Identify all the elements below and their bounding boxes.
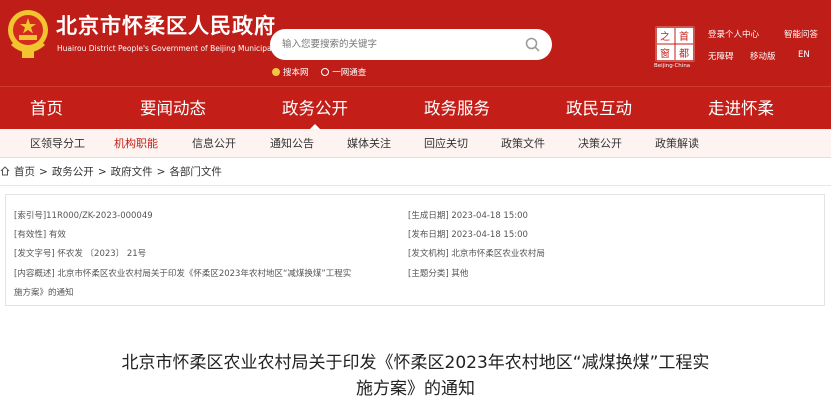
nav-news[interactable]: 要闻动态: [140, 87, 206, 130]
logo-char-shou: 首: [679, 30, 689, 43]
nav-about[interactable]: 走进怀柔: [708, 87, 774, 130]
search-box: [270, 29, 552, 60]
mobile-link[interactable]: 移动版: [750, 50, 776, 62]
document-title-line2: 施方案》的通知: [356, 379, 475, 399]
document-meta: [索引号]11R000/ZK-2023-000049 [生成日期] 2023-0…: [5, 194, 825, 306]
subnav-leaders[interactable]: 区领导分工: [30, 129, 85, 158]
subnav-responses[interactable]: 回应关切: [424, 129, 468, 158]
subnav-functions[interactable]: 机构职能: [114, 129, 158, 158]
logo-label: Beijing·China: [654, 63, 691, 69]
subnav-decisions[interactable]: 决策公开: [578, 129, 622, 158]
meta-topic: [主题分类] 其他: [408, 269, 469, 279]
national-emblem-icon: [8, 10, 48, 58]
logo-char-du: 都: [679, 48, 689, 60]
document-title-line1: 北京市怀柔区农业农村局关于印发《怀柔区2023年农村地区“减煤换煤”工程实: [121, 353, 710, 373]
login-link[interactable]: 登录个人中心: [708, 28, 759, 40]
radio-selected-icon: [272, 68, 280, 76]
breadcrumb-home[interactable]: 首页: [14, 166, 35, 178]
subnav-info-open[interactable]: 信息公开: [192, 129, 236, 158]
nav-gov-service[interactable]: 政务服务: [424, 87, 490, 130]
capital-window-logo[interactable]: 之 首 窗 都: [655, 26, 695, 62]
site-title: 北京市怀柔区人民政府: [56, 14, 276, 38]
sub-nav: 区领导分工 机构职能 信息公开 通知公告 媒体关注 回应关切 政策文件 决策公开…: [0, 129, 831, 158]
logo-char-chuang: 窗: [660, 47, 670, 60]
accessibility-link[interactable]: 无障碍: [708, 50, 734, 62]
meta-validity: [有效性] 有效: [14, 230, 66, 240]
english-link[interactable]: EN: [798, 50, 810, 60]
search-scope: 搜本网 一网通查: [272, 66, 376, 78]
site-subtitle: Huairou District People's Government of …: [57, 44, 284, 53]
site-header: 北京市怀柔区人民政府 Huairou District People's Gov…: [0, 0, 831, 86]
divider: [0, 185, 831, 186]
meta-issuer: [发文机构] 北京市怀柔区农业农村局: [408, 249, 545, 259]
search-scope-all-label: 一网通查: [332, 68, 367, 78]
breadcrumb-dept-docs[interactable]: 各部门文件: [169, 166, 222, 178]
search-icon[interactable]: [525, 37, 540, 52]
subnav-media[interactable]: 媒体关注: [347, 129, 391, 158]
search-scope-site-label: 搜本网: [283, 68, 309, 78]
subnav-policy-docs[interactable]: 政策文件: [501, 129, 545, 158]
meta-index-no: [索引号]11R000/ZK-2023-000049: [14, 211, 153, 221]
meta-summary: [内容概述] 北京市怀柔区农业农村局关于印发《怀柔区2023年农村地区“减煤换煤…: [14, 269, 352, 279]
capital-window-logo-icon: 之 首 窗 都: [655, 26, 695, 62]
subnav-interpretation[interactable]: 政策解读: [655, 129, 699, 158]
breadcrumb: 首页 > 政务公开 > 政府文件 > 各部门文件: [0, 164, 222, 179]
nav-home[interactable]: 首页: [30, 87, 63, 130]
search-scope-all[interactable]: 一网通查: [321, 66, 366, 78]
radio-unselected-icon: [321, 68, 330, 76]
meta-created: [生成日期] 2023-04-18 15:00: [408, 211, 528, 221]
search-input[interactable]: [282, 29, 522, 60]
breadcrumb-separator: >: [97, 166, 107, 178]
search-scope-site[interactable]: 搜本网: [272, 66, 309, 78]
breadcrumb-gov-open[interactable]: 政务公开: [52, 166, 94, 178]
nav-interaction[interactable]: 政民互动: [566, 87, 632, 130]
breadcrumb-separator: >: [156, 166, 166, 178]
logo-char-zhi: 之: [660, 30, 670, 43]
meta-published: [发布日期] 2023-04-18 15:00: [408, 230, 528, 240]
breadcrumb-separator: >: [39, 166, 48, 178]
robot-link[interactable]: 智能问答: [784, 28, 818, 40]
nav-gov-open[interactable]: 政务公开: [282, 87, 348, 130]
breadcrumb-gov-docs[interactable]: 政府文件: [111, 166, 153, 178]
home-icon: [0, 166, 10, 176]
meta-summary-cont: 施方案》的通知: [14, 288, 74, 298]
subnav-notices[interactable]: 通知公告: [270, 129, 314, 158]
document-title: 北京市怀柔区农业农村局关于印发《怀柔区2023年农村地区“减煤换煤”工程实 施方…: [0, 350, 831, 402]
main-nav: 首页 要闻动态 政务公开 政务服务 政民互动 走进怀柔: [0, 86, 831, 130]
meta-doc-no: [发文字号] 怀农发 〔2023〕 21号: [14, 249, 147, 259]
